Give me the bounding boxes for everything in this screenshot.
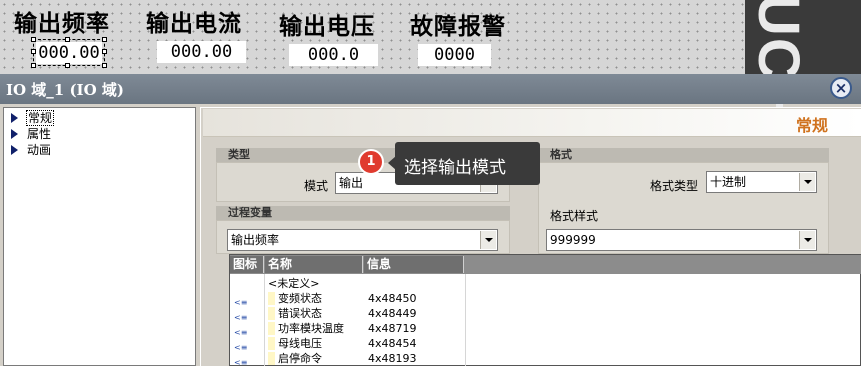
nav-label: 常规 <box>26 110 55 126</box>
nav-label: 属性 <box>27 127 52 141</box>
close-icon[interactable]: × <box>830 77 852 99</box>
group-process-title: 过程变量 <box>216 206 510 220</box>
io-field-current[interactable]: 000.00 <box>157 41 246 63</box>
tag-name: 变频状态 <box>278 292 322 305</box>
resize-handle[interactable] <box>102 49 107 54</box>
format-style-label: 格式样式 <box>550 209 599 223</box>
resize-handle[interactable] <box>102 63 107 68</box>
tag-name: 功率模块温度 <box>278 322 344 335</box>
tag-info: 4x48450 <box>368 292 417 305</box>
table-row[interactable]: <≡ 母线电压 4x48454 <box>230 336 466 352</box>
tag-name: 母线电压 <box>278 337 322 350</box>
resize-handle[interactable] <box>65 37 70 42</box>
label-output-frequency: 输出频率 <box>14 10 110 37</box>
column-header-name[interactable]: 名称 <box>265 256 363 273</box>
expand-arrow-icon <box>11 145 18 155</box>
io-field-alarm[interactable]: 0000 <box>418 44 491 66</box>
dialog-title: IO 域_1 (IO 域) <box>6 81 124 99</box>
format-style-value: 999999 <box>550 233 596 247</box>
tree-indent <box>268 292 275 305</box>
table-row[interactable]: <≡ 错误状态 4x48449 <box>230 306 466 322</box>
group-format-title: 格式 <box>538 148 829 162</box>
chevron-down-icon[interactable] <box>480 231 496 249</box>
label-output-current: 输出电流 <box>146 10 242 37</box>
process-variable-dropdown[interactable]: 输出频率 <box>227 229 498 251</box>
table-row[interactable]: <未定义> <box>230 276 466 291</box>
panel-title: 常规 <box>796 116 829 135</box>
table-row[interactable]: <≡ 启停命令 4x48193 <box>230 351 466 366</box>
column-header-icon[interactable]: 图标 <box>230 256 264 273</box>
mode-value: 输出 <box>339 176 364 190</box>
tag-name: 启停命令 <box>278 352 322 365</box>
mode-label: 模式 <box>304 179 329 193</box>
tag-info: 4x48193 <box>368 352 417 365</box>
nav-item-animation[interactable]: 动画 <box>11 141 52 157</box>
format-type-label: 格式类型 <box>650 179 699 193</box>
tag-info: 4x48449 <box>368 307 417 320</box>
resize-handle[interactable] <box>31 49 36 54</box>
dialog-titlebar[interactable] <box>0 74 861 104</box>
chevron-down-icon[interactable] <box>799 231 815 249</box>
nav-item-properties[interactable]: 属性 <box>11 125 52 141</box>
io-field-voltage[interactable]: 000.0 <box>289 44 378 66</box>
tree-indent <box>268 307 275 320</box>
tag-name: 错误状态 <box>278 307 322 320</box>
tag-info: 4x48454 <box>368 337 417 350</box>
chevron-down-icon[interactable] <box>799 173 815 191</box>
resize-handle[interactable] <box>31 37 36 42</box>
tree-indent <box>268 352 275 365</box>
table-row[interactable]: <≡ 变频状态 4x48450 <box>230 291 466 307</box>
column-header-info[interactable]: 信息 <box>364 256 464 273</box>
expand-arrow-icon <box>11 113 18 123</box>
expand-arrow-icon <box>11 129 18 139</box>
tag-icon: <≡ <box>234 358 248 366</box>
tree-indent <box>268 322 275 335</box>
tag-info: 4x48719 <box>368 322 417 335</box>
panel-header <box>203 109 861 137</box>
step-badge: 1 <box>358 149 384 175</box>
table-row[interactable]: <≡ 功率模块温度 4x48719 <box>230 321 466 337</box>
resize-handle[interactable] <box>65 63 70 68</box>
tooltip-text: 选择输出模式 <box>404 158 506 178</box>
format-type-dropdown[interactable]: 十进制 <box>706 171 817 193</box>
label-fault-alarm: 故障报警 <box>410 13 506 40</box>
process-variable-value: 输出频率 <box>231 233 280 247</box>
label-output-voltage: 输出电压 <box>279 13 375 40</box>
tag-name: <未定义> <box>268 277 320 290</box>
tree-indent <box>268 337 275 350</box>
nav-label: 动画 <box>27 143 52 157</box>
resize-handle[interactable] <box>31 63 36 68</box>
selection-frame[interactable] <box>31 37 107 68</box>
format-type-value: 十进制 <box>710 175 747 189</box>
nav-item-general[interactable]: 常规 <box>11 109 55 126</box>
format-style-dropdown[interactable]: 999999 <box>546 229 817 251</box>
resize-handle[interactable] <box>102 37 107 42</box>
